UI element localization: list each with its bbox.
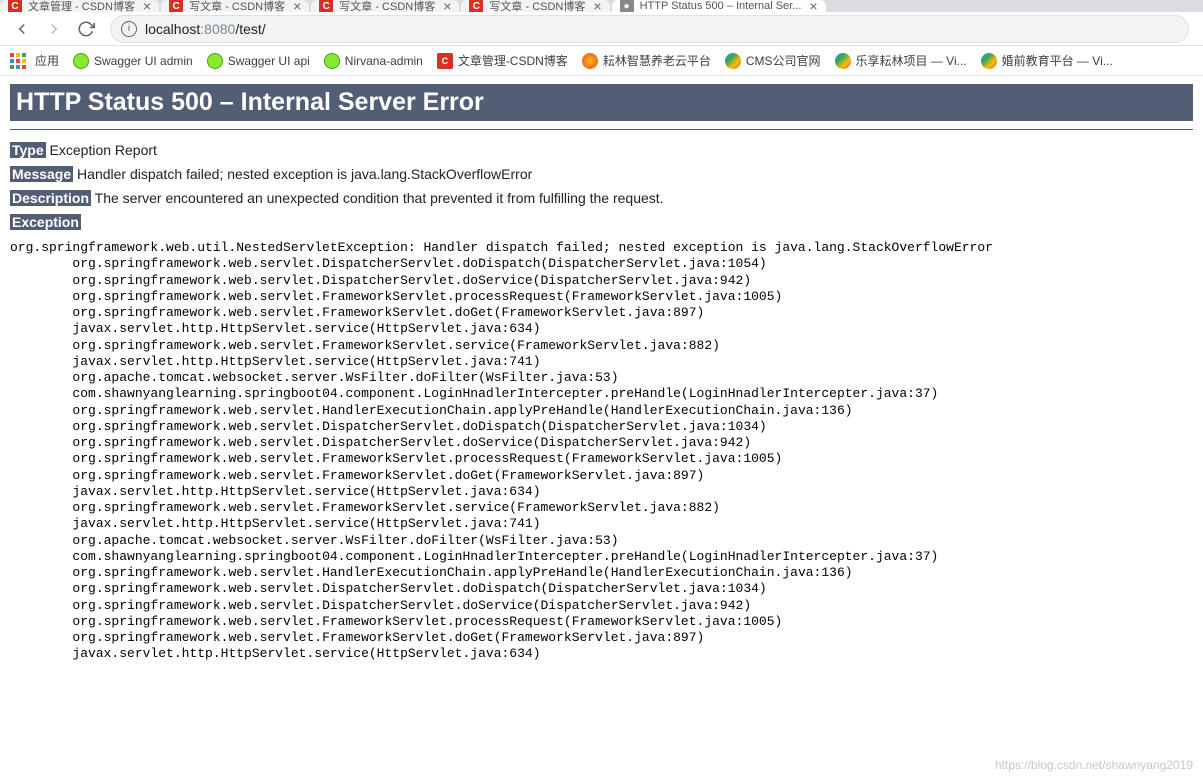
browser-tab[interactable]: C 文章管理 - CSDN博客 ×: [0, 0, 159, 12]
browser-tab-active[interactable]: ● HTTP Status 500 – Internal Ser... ×: [612, 0, 826, 12]
bookmark-item[interactable]: 耘林智慧养老云平台: [582, 52, 711, 69]
forward-button[interactable]: [40, 15, 68, 43]
error-type-line: Type Exception Report: [10, 142, 1193, 158]
tab-title: HTTP Status 500 – Internal Ser...: [640, 0, 802, 12]
globe-icon: [835, 53, 851, 69]
bookmark-item[interactable]: C 文章管理-CSDN博客: [437, 52, 568, 69]
description-value: The server encountered an unexpected con…: [95, 190, 664, 206]
browser-tab[interactable]: C 写文章 - CSDN博客 ×: [161, 0, 309, 12]
tab-favicon: C: [469, 0, 483, 12]
apps-button[interactable]: 应用: [10, 52, 59, 69]
bookmark-label: 婚前教育平台 — Vi...: [1002, 52, 1113, 69]
bookmark-label: CMS公司官网: [746, 52, 821, 69]
swagger-icon: [73, 53, 89, 69]
divider: [10, 129, 1193, 130]
browser-tab[interactable]: C 写文章 - CSDN博客 ×: [461, 0, 609, 12]
csdn-icon: C: [437, 53, 453, 69]
close-icon[interactable]: ×: [443, 0, 451, 12]
type-value: Exception Report: [50, 142, 157, 158]
tab-favicon: ●: [620, 0, 634, 12]
bookmark-label: 文章管理-CSDN博客: [458, 52, 568, 69]
close-icon[interactable]: ×: [293, 0, 301, 12]
site-info-icon[interactable]: i: [121, 21, 137, 37]
swagger-icon: [207, 53, 223, 69]
apps-icon: [10, 53, 26, 69]
close-icon[interactable]: ×: [593, 0, 601, 12]
close-icon[interactable]: ×: [809, 0, 817, 12]
globe-icon: [725, 53, 741, 69]
bookmark-label: Swagger UI api: [228, 54, 310, 68]
bookmarks-bar: 应用 Swagger UI admin Swagger UI api Nirva…: [0, 46, 1203, 76]
bookmark-label: 乐享耘林项目 — Vi...: [856, 52, 967, 69]
reload-button[interactable]: [72, 15, 100, 43]
bookmark-label: Swagger UI admin: [94, 54, 193, 68]
watermark: https://blog.csdn.net/shawnyang2019: [995, 758, 1193, 772]
bookmark-item[interactable]: Swagger UI admin: [73, 53, 193, 69]
close-icon[interactable]: ×: [143, 0, 151, 12]
message-value: Handler dispatch failed; nested exceptio…: [77, 166, 532, 182]
message-label: Message: [10, 166, 73, 182]
browser-tabstrip: C 文章管理 - CSDN博客 × C 写文章 - CSDN博客 × C 写文章…: [0, 0, 1203, 12]
address-bar[interactable]: i localhost:8080/test/: [110, 15, 1189, 43]
back-button[interactable]: [8, 15, 36, 43]
browser-toolbar: i localhost:8080/test/: [0, 12, 1203, 46]
bookmark-item[interactable]: Swagger UI api: [207, 53, 310, 69]
bookmark-item[interactable]: 乐享耘林项目 — Vi...: [835, 52, 967, 69]
browser-tab[interactable]: C 写文章 - CSDN博客 ×: [311, 0, 459, 12]
error-exception-heading: Exception: [10, 214, 1193, 230]
error-message-line: Message Handler dispatch failed; nested …: [10, 166, 1193, 182]
bookmark-item[interactable]: CMS公司官网: [725, 52, 821, 69]
bookmark-item[interactable]: Nirvana-admin: [324, 53, 423, 69]
url-path: /test/: [235, 21, 265, 37]
tab-favicon: C: [8, 0, 22, 12]
tab-title: 写文章 - CSDN博客: [489, 0, 585, 12]
tab-favicon: C: [319, 0, 333, 12]
description-label: Description: [10, 190, 91, 206]
url-port: :8080: [200, 21, 235, 37]
bookmark-label: 耘林智慧养老云平台: [603, 52, 711, 69]
tab-title: 写文章 - CSDN博客: [339, 0, 435, 12]
url-host: localhost: [145, 21, 200, 37]
tab-title: 文章管理 - CSDN博客: [28, 0, 135, 12]
globe-icon: [981, 53, 997, 69]
apps-label: 应用: [35, 52, 59, 69]
bookmark-item[interactable]: 婚前教育平台 — Vi...: [981, 52, 1113, 69]
bookmark-label: Nirvana-admin: [345, 54, 423, 68]
swagger-icon: [324, 53, 340, 69]
error-title: HTTP Status 500 – Internal Server Error: [10, 84, 1193, 121]
stacktrace: org.springframework.web.util.NestedServl…: [10, 240, 1193, 663]
site-icon: [582, 53, 598, 69]
exception-label: Exception: [10, 214, 81, 230]
tab-favicon: C: [169, 0, 183, 12]
error-description-line: Description The server encountered an un…: [10, 190, 1193, 206]
page-content: HTTP Status 500 – Internal Server Error …: [0, 76, 1203, 671]
type-label: Type: [10, 142, 46, 158]
tab-title: 写文章 - CSDN博客: [189, 0, 285, 12]
